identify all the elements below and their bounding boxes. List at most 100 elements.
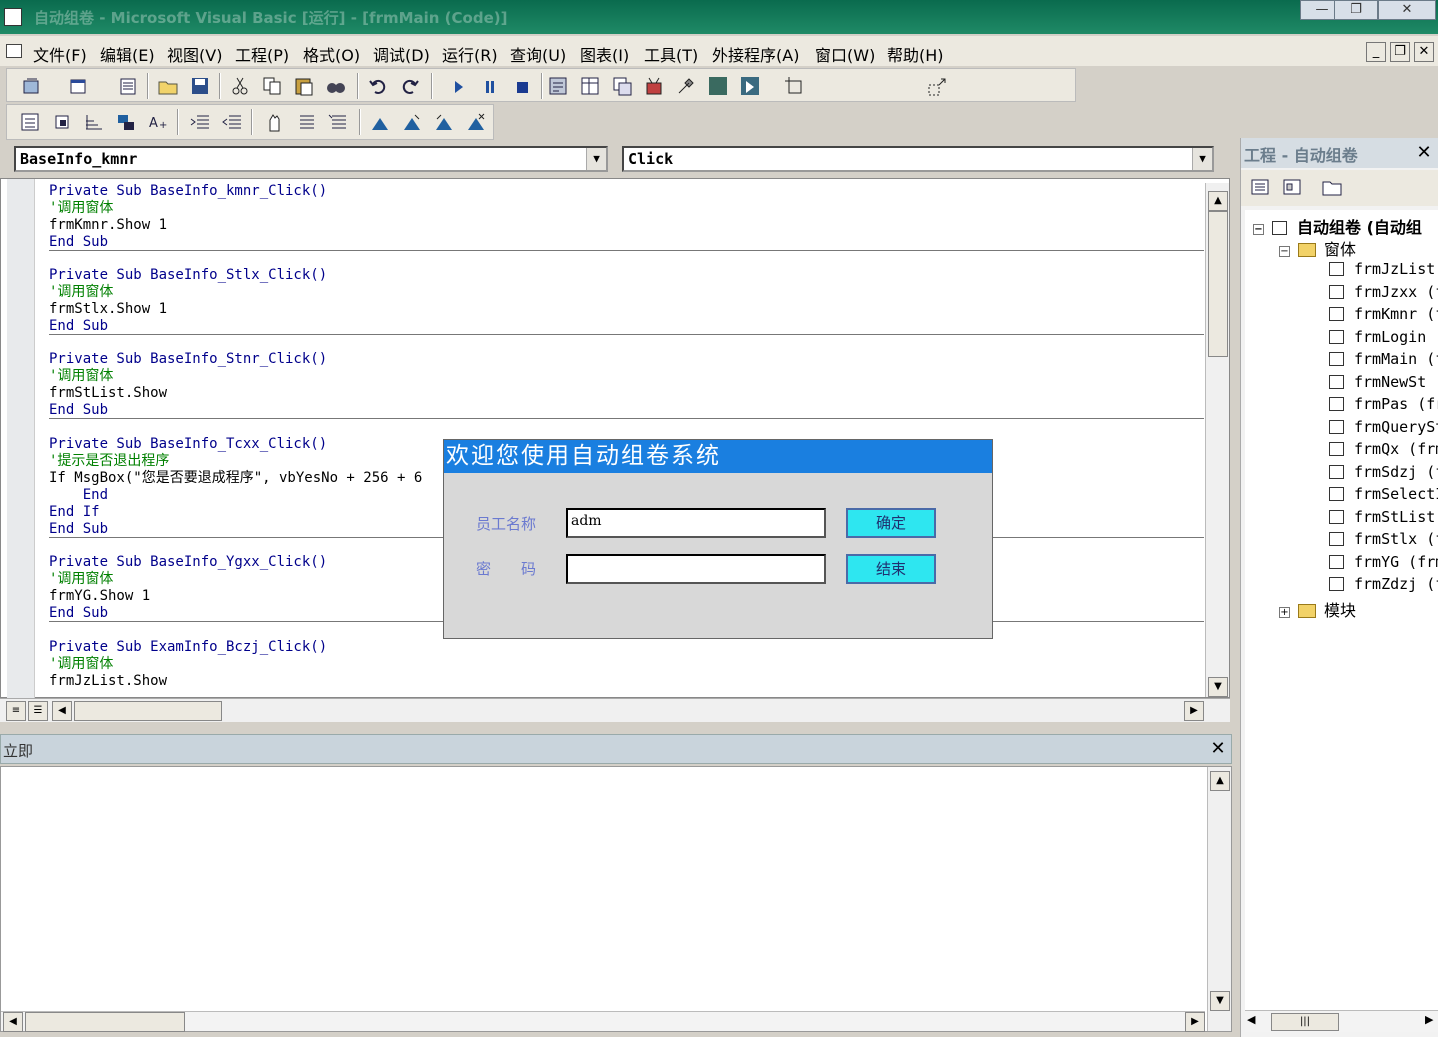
- scroll-left-arrow-icon[interactable]: ◀: [3, 1012, 23, 1032]
- object-browser-icon[interactable]: [643, 75, 665, 97]
- menu-window[interactable]: 窗口(W): [815, 42, 875, 66]
- mdi-minimize-button[interactable]: _: [1366, 42, 1386, 62]
- restore-button[interactable]: ❐: [1334, 0, 1378, 20]
- tree-item-form[interactable]: frmMain (f: [1329, 350, 1438, 368]
- open-project-icon[interactable]: [157, 75, 179, 97]
- form-layout-icon[interactable]: [611, 75, 633, 97]
- undo-icon[interactable]: [367, 75, 389, 97]
- tree-forms-folder[interactable]: − 窗体: [1279, 236, 1356, 260]
- end-icon[interactable]: [511, 75, 533, 97]
- procedure-view-icon[interactable]: ≡: [6, 701, 26, 721]
- clear-bookmarks-icon[interactable]: [465, 111, 487, 133]
- margin-indicator-bar[interactable]: [7, 179, 35, 699]
- collapse-icon[interactable]: −: [1279, 246, 1290, 257]
- properties-window-icon[interactable]: [579, 75, 601, 97]
- code-window-icon[interactable]: [6, 44, 22, 58]
- previous-bookmark-icon[interactable]: [433, 111, 455, 133]
- parameter-info-icon[interactable]: [115, 111, 137, 133]
- menu-tools[interactable]: 工具(T): [644, 42, 698, 66]
- ok-button[interactable]: 确定: [846, 508, 936, 538]
- mdi-close-button[interactable]: ✕: [1414, 42, 1434, 62]
- start-icon[interactable]: [447, 75, 469, 97]
- complete-word-icon[interactable]: A +: [147, 111, 169, 133]
- tree-project-root[interactable]: − 自动组卷 (自动组: [1253, 214, 1422, 238]
- tree-item-form[interactable]: frmStList: [1329, 508, 1435, 526]
- save-project-icon[interactable]: [189, 75, 211, 97]
- menu-view[interactable]: 视图(V): [167, 42, 222, 66]
- uncomment-block-icon[interactable]: [327, 111, 349, 133]
- menu-run[interactable]: 运行(R): [442, 42, 498, 66]
- view-object-icon[interactable]: [1281, 176, 1303, 198]
- visual-component-icon[interactable]: [739, 75, 761, 97]
- tree-item-form[interactable]: frmPas (fr: [1329, 395, 1438, 413]
- menu-debug[interactable]: 调试(D): [373, 42, 430, 66]
- scroll-left-arrow-icon[interactable]: ◀: [1247, 1013, 1255, 1026]
- scroll-right-arrow-icon[interactable]: ▶: [1184, 701, 1204, 721]
- scroll-down-arrow-icon[interactable]: ▼: [1208, 677, 1228, 697]
- menu-edit[interactable]: 编辑(E): [100, 42, 155, 66]
- mdi-restore-button[interactable]: ❐: [1390, 42, 1410, 62]
- toggle-breakpoint-icon[interactable]: [263, 111, 285, 133]
- tree-item-form[interactable]: frmStlx (f: [1329, 530, 1438, 548]
- tree-item-form[interactable]: frmQx (frm: [1329, 440, 1438, 458]
- indent-icon[interactable]: [189, 111, 211, 133]
- tree-item-form[interactable]: frmSdzj (f: [1329, 463, 1438, 481]
- menu-format[interactable]: 格式(O): [303, 42, 360, 66]
- menu-addins[interactable]: 外接程序(A): [712, 42, 799, 66]
- procedure-combo[interactable]: Click ▼: [622, 146, 1214, 172]
- collapse-icon[interactable]: −: [1253, 224, 1264, 235]
- code-horizontal-scrollbar[interactable]: ≡ ☰ ◀ ▶: [0, 698, 1230, 722]
- username-field[interactable]: adm: [566, 508, 826, 538]
- close-button[interactable]: ✕: [1378, 0, 1436, 20]
- scroll-up-arrow-icon[interactable]: ▲: [1208, 191, 1228, 211]
- outdent-icon[interactable]: [221, 111, 243, 133]
- menu-project[interactable]: 工程(P): [235, 42, 289, 66]
- object-combo[interactable]: BaseInfo_kmnr ▼: [14, 146, 608, 172]
- menu-query[interactable]: 查询(U): [510, 42, 566, 66]
- scroll-left-arrow-icon[interactable]: ◀: [52, 701, 72, 721]
- menu-file[interactable]: 文件(F): [33, 42, 87, 66]
- close-icon[interactable]: ✕: [1413, 142, 1435, 164]
- chevron-down-icon[interactable]: ▼: [1192, 148, 1212, 170]
- tree-item-form[interactable]: frmSelectI: [1329, 485, 1438, 503]
- expand-icon[interactable]: +: [1279, 607, 1290, 618]
- quick-info-icon[interactable]: [83, 111, 105, 133]
- tree-modules-folder[interactable]: + 模块: [1279, 597, 1356, 621]
- scroll-thumb[interactable]: |||: [1271, 1013, 1339, 1031]
- code-vertical-scrollbar[interactable]: ▲ ▼: [1205, 183, 1229, 697]
- list-properties-icon[interactable]: [19, 111, 41, 133]
- vb-app-icon[interactable]: [4, 8, 22, 26]
- cut-icon[interactable]: [229, 75, 251, 97]
- paste-icon[interactable]: [293, 75, 315, 97]
- scroll-thumb[interactable]: [1208, 211, 1228, 357]
- tree-item-form[interactable]: frmLogin (: [1329, 328, 1438, 346]
- chevron-down-icon[interactable]: ▼: [586, 148, 606, 170]
- tree-item-form[interactable]: frmJzxx (f: [1329, 283, 1438, 301]
- comment-block-icon[interactable]: [295, 111, 317, 133]
- menu-help[interactable]: 帮助(H): [887, 42, 944, 66]
- redo-icon[interactable]: [399, 75, 421, 97]
- next-bookmark-icon[interactable]: [401, 111, 423, 133]
- tree-item-form[interactable]: frmZdzj (f: [1329, 575, 1438, 593]
- find-icon[interactable]: [325, 75, 347, 97]
- data-view-icon[interactable]: [707, 75, 729, 97]
- scroll-down-arrow-icon[interactable]: ▼: [1210, 991, 1230, 1011]
- immediate-horizontal-scrollbar[interactable]: ◀ ▶: [1, 1011, 1205, 1032]
- scroll-thumb[interactable]: [74, 701, 222, 721]
- toggle-bookmark-icon[interactable]: [369, 111, 391, 133]
- menu-editor-icon[interactable]: [117, 75, 139, 97]
- project-horizontal-scrollbar[interactable]: ◀ ||| ▶: [1245, 1010, 1438, 1032]
- scroll-right-arrow-icon[interactable]: ▶: [1185, 1012, 1205, 1032]
- immediate-vertical-scrollbar[interactable]: ▲ ▼: [1207, 767, 1231, 1031]
- copy-icon[interactable]: [261, 75, 283, 97]
- view-code-icon[interactable]: [1249, 176, 1271, 198]
- menu-diagram[interactable]: 图表(I): [580, 42, 629, 66]
- tree-item-form[interactable]: frmNewSt (: [1329, 373, 1438, 391]
- tree-item-form[interactable]: frmYG (frm: [1329, 553, 1438, 571]
- exit-button[interactable]: 结束: [846, 554, 936, 584]
- tree-item-form[interactable]: frmJzList: [1329, 260, 1435, 278]
- toggle-folders-icon[interactable]: [1321, 176, 1343, 198]
- immediate-window[interactable]: ▲ ▼ ◀ ▶: [0, 766, 1232, 1032]
- scroll-right-arrow-icon[interactable]: ▶: [1425, 1013, 1433, 1026]
- tree-item-form[interactable]: frmKmnr (f: [1329, 305, 1438, 323]
